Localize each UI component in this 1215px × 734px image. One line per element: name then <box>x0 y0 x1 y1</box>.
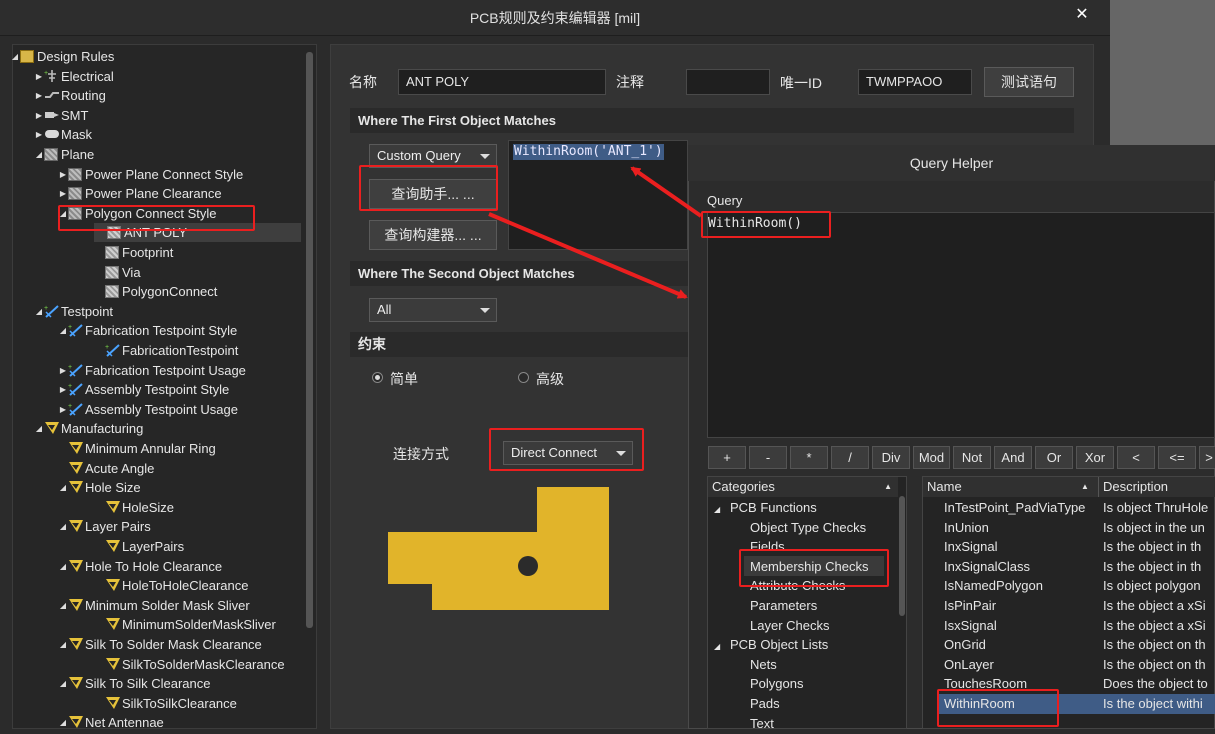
arrow-to-query-helper <box>488 212 688 299</box>
arrow-to-query-text <box>630 166 703 218</box>
callout-arrows <box>488 166 703 299</box>
